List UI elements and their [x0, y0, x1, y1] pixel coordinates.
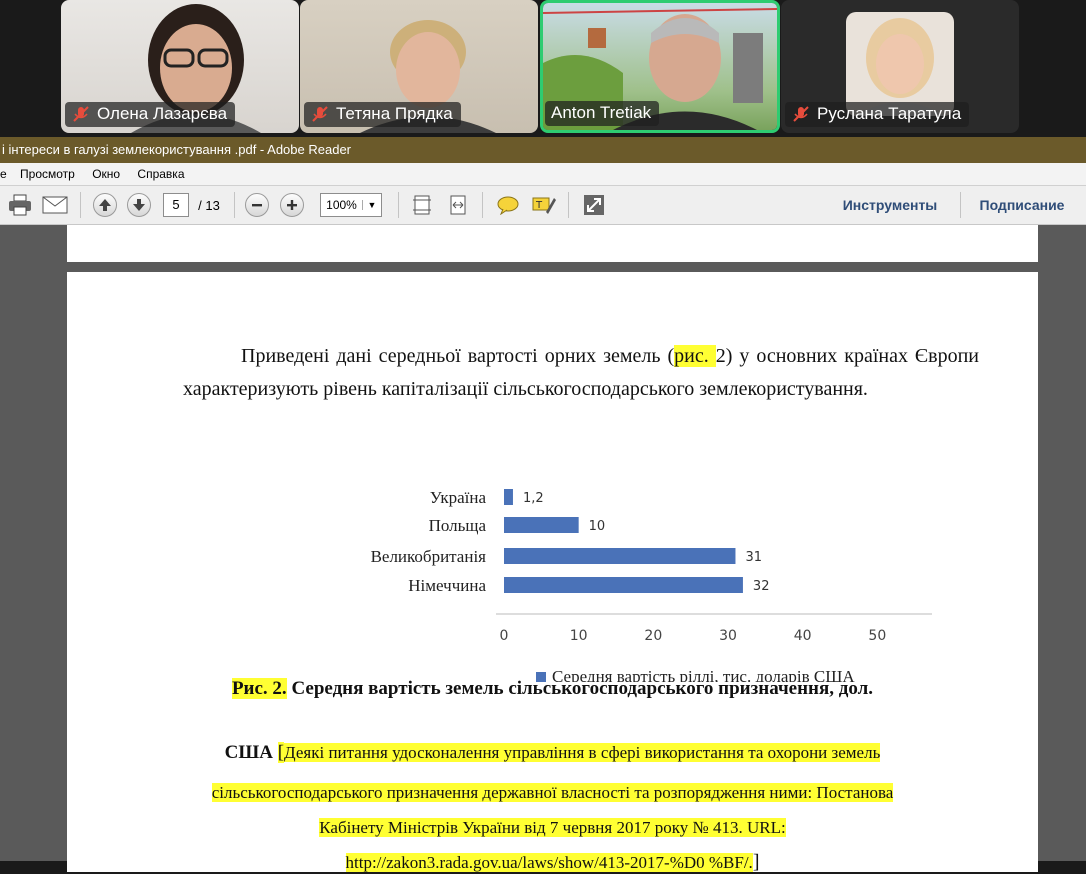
- fit-page-button[interactable]: [408, 192, 436, 218]
- tick-label: 50: [868, 628, 886, 644]
- participant-name: Anton Tretiak: [551, 103, 652, 122]
- zoom-out-button[interactable]: [244, 192, 270, 218]
- pdf-page: Приведені дані середньої вартості орних …: [67, 272, 1038, 874]
- mic-muted-icon: [312, 106, 328, 122]
- expand-icon: [584, 195, 604, 215]
- page-total: / 13: [198, 197, 220, 213]
- zoom-value: 100%: [326, 198, 357, 212]
- participant-avatar: [846, 12, 954, 116]
- comment-button[interactable]: [494, 192, 522, 218]
- data-label: 1,2: [523, 491, 544, 506]
- category-label: Великобританія: [371, 547, 487, 566]
- source-text: Кабінету Міністрів України від 7 червня …: [319, 818, 786, 837]
- figure-caption-line-2: США [Деякі питання удосконалення управлі…: [67, 742, 1038, 764]
- participant-tile-3[interactable]: Anton Tretiak: [540, 0, 780, 133]
- tick-label: 20: [644, 628, 662, 644]
- minus-icon: [252, 204, 262, 207]
- print-button[interactable]: [6, 192, 34, 218]
- bar: [504, 517, 579, 533]
- source-link[interactable]: http://zakon3.rada.gov.ua/laws/show/413-…: [345, 853, 753, 872]
- tick-label: 0: [500, 628, 509, 644]
- page-number-input[interactable]: 5: [163, 193, 189, 217]
- menu-item-window[interactable]: Окно: [92, 167, 120, 181]
- envelope-icon: [42, 196, 68, 214]
- source-line-4: http://zakon3.rada.gov.ua/laws/show/413-…: [67, 851, 1038, 874]
- caption-title: Середня вартість земель сільськогосподар…: [286, 678, 874, 699]
- fullscreen-button[interactable]: [580, 192, 608, 218]
- bar-chart: Україна 1,2 Польща 10 Великобританія 31 Німечч…: [371, 488, 932, 682]
- participant-name: Олена Лазарєва: [97, 104, 228, 123]
- printer-icon: [9, 194, 31, 216]
- participant-name-badge: Олена Лазарєва: [65, 102, 236, 127]
- para-text: Приведені дані середньої вартості орних …: [241, 345, 675, 367]
- arrow-down-icon: [133, 199, 145, 211]
- bar: [504, 577, 743, 593]
- category-label: Німеччина: [408, 576, 486, 595]
- email-button[interactable]: [40, 192, 70, 218]
- participant-name-badge: Руслана Таратула: [785, 102, 970, 127]
- arrow-up-icon: [99, 199, 111, 211]
- caption-label: Рис. 2.: [231, 678, 287, 699]
- bar: [504, 548, 736, 564]
- participant-tile-4[interactable]: Руслана Таратула: [781, 0, 1019, 133]
- source-line-2: сільськогосподарського призначення держа…: [67, 783, 1038, 803]
- previous-page-bottom: [67, 225, 1038, 262]
- window-title: і інтереси в галузі землекористування .p…: [2, 142, 352, 157]
- data-label: 32: [753, 579, 770, 594]
- bracket: ]: [752, 851, 760, 873]
- body-paragraph: Приведені дані середньої вартості орних …: [183, 340, 979, 406]
- svg-text:T: T: [535, 200, 543, 211]
- mic-muted-icon: [793, 106, 809, 122]
- menu-item-edit[interactable]: е: [0, 167, 7, 181]
- category-label: Україна: [430, 488, 487, 507]
- figure-reference: рис.: [674, 345, 716, 367]
- fit-width-icon: [450, 195, 466, 215]
- category-label: Польща: [429, 516, 487, 535]
- participant-tile-1[interactable]: Олена Лазарєва: [61, 0, 299, 133]
- fit-width-button[interactable]: [444, 192, 472, 218]
- window-titlebar: і інтереси в галузі землекористування .p…: [0, 137, 1086, 163]
- data-label: 10: [589, 519, 606, 534]
- source-text: сільськогосподарського призначення держа…: [211, 783, 894, 802]
- menu-item-help[interactable]: Справка: [137, 167, 184, 181]
- highlighter-icon: T: [532, 197, 556, 214]
- prev-page-button[interactable]: [92, 192, 118, 218]
- toolbar: 5 / 13 100% ▼ T Инструменты Подписание: [0, 186, 1086, 225]
- fit-page-icon: [413, 195, 431, 215]
- menu-bar: е Просмотр Окно Справка: [0, 163, 1086, 186]
- mic-muted-icon: [73, 106, 89, 122]
- data-label: 31: [745, 550, 762, 565]
- participant-name-badge: Anton Tretiak: [545, 101, 660, 126]
- participant-tile-2[interactable]: Тетяна Прядка: [300, 0, 538, 133]
- source-line-3: Кабінету Міністрів України від 7 червня …: [67, 818, 1038, 838]
- chevron-down-icon[interactable]: ▼: [362, 200, 381, 210]
- figure-caption-line-1: Рис. 2. Середня вартість земель сільсько…: [67, 678, 1038, 700]
- sign-tab[interactable]: Подписание: [968, 192, 1076, 218]
- zoom-select[interactable]: 100% ▼: [320, 193, 382, 217]
- menu-item-view[interactable]: Просмотр: [20, 167, 75, 181]
- participant-name-badge: Тетяна Прядка: [304, 102, 461, 127]
- video-strip: Олена Лазарєва Тетяна Прядка Anton Treti…: [0, 0, 1086, 137]
- bar: [504, 489, 513, 505]
- speech-bubble-icon: [497, 196, 519, 215]
- tick-label: 30: [719, 628, 737, 644]
- highlight-button[interactable]: T: [530, 192, 558, 218]
- participant-name: Тетяна Прядка: [336, 104, 453, 123]
- plus-icon: [287, 200, 297, 210]
- caption-title: США: [224, 742, 278, 763]
- tick-label: 10: [570, 628, 588, 644]
- document-viewport[interactable]: Приведені дані середньої вартості орних …: [0, 225, 1086, 873]
- participant-name: Руслана Таратула: [817, 104, 962, 123]
- tools-tab[interactable]: Инструменты: [828, 192, 952, 218]
- source-text: Деякі питання удосконалення управління в…: [284, 743, 881, 762]
- zoom-in-button[interactable]: [279, 192, 305, 218]
- next-page-button[interactable]: [126, 192, 152, 218]
- tick-label: 40: [794, 628, 812, 644]
